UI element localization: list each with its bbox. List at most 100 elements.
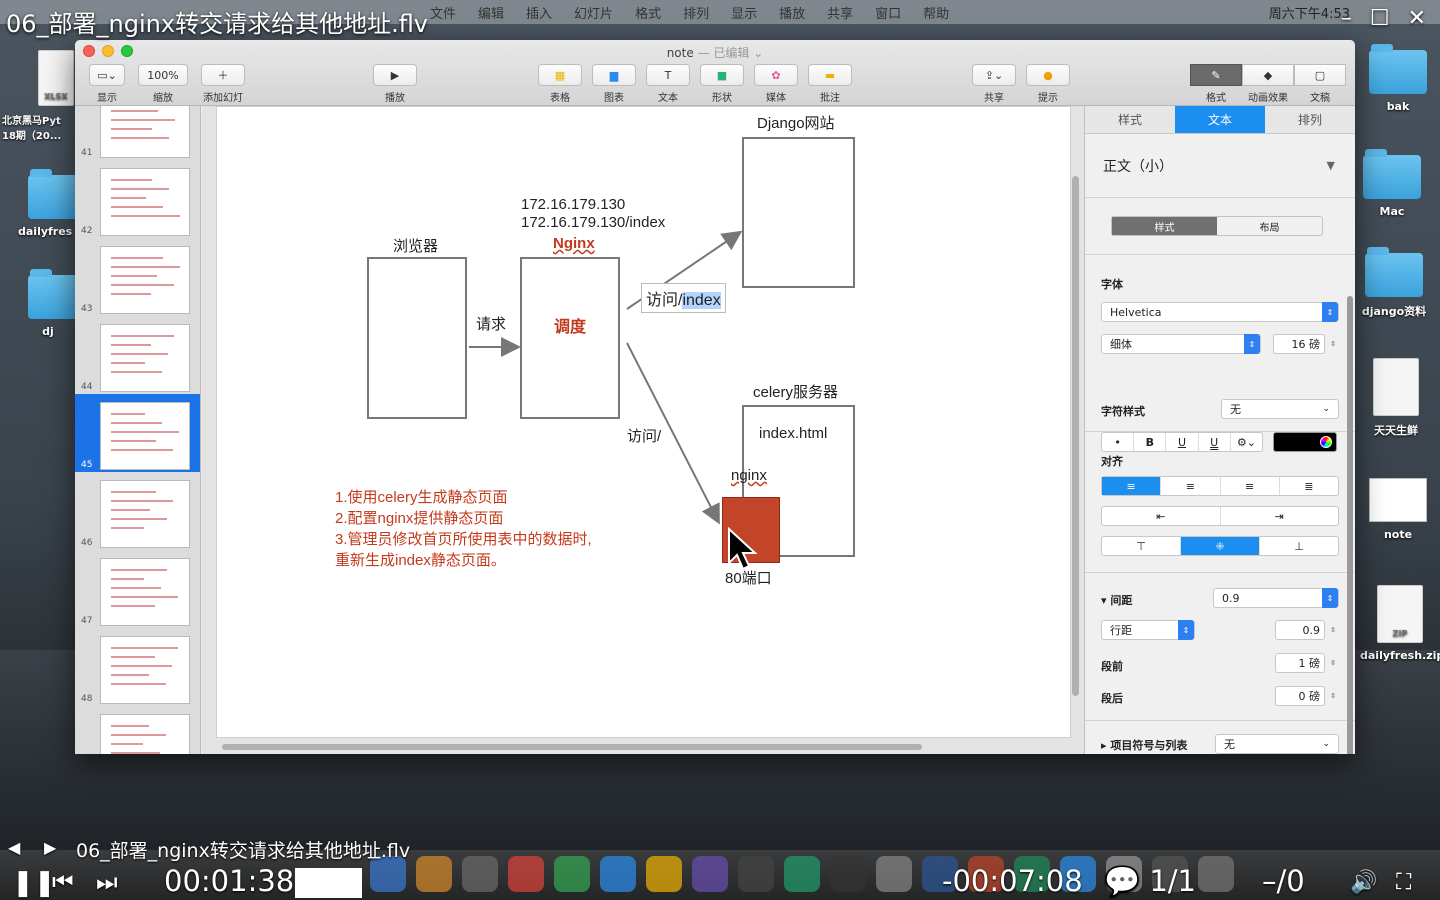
slide-thumbnail[interactable]: 48 bbox=[75, 628, 200, 706]
indent-icon[interactable]: ⇥ bbox=[1221, 507, 1339, 525]
menu-item-5[interactable]: 排列 bbox=[683, 3, 709, 22]
animate-button[interactable]: ◆ 动画效果 bbox=[1242, 64, 1294, 104]
menu-item-1[interactable]: 编辑 bbox=[478, 3, 504, 22]
menu-item-3[interactable]: 幻灯片 bbox=[574, 3, 613, 22]
color-wheel-icon[interactable] bbox=[1320, 436, 1332, 448]
align-left-icon[interactable]: ≡ bbox=[1102, 477, 1162, 495]
desktop-icon-zip[interactable]: ZIP dailyfresh.zip bbox=[1360, 585, 1440, 662]
double-underline-button[interactable]: U bbox=[1199, 433, 1231, 451]
zoom-menu[interactable]: 100% 缩放 bbox=[138, 64, 188, 104]
skip-forward-icon[interactable]: ⏭ bbox=[96, 868, 118, 896]
subtab-layout[interactable]: 布局 bbox=[1217, 217, 1322, 235]
desktop-icon-xlsx[interactable]: XLSX 北京黑马Pyt 18期（20... bbox=[2, 50, 76, 142]
volume-icon[interactable]: 🔊 bbox=[1350, 870, 1377, 895]
menu-item-4[interactable]: 格式 bbox=[635, 3, 661, 22]
django-box[interactable] bbox=[742, 137, 855, 288]
stepper-icon[interactable]: ⇳ bbox=[1328, 621, 1338, 639]
document-button[interactable]: ▢ 文稿 bbox=[1294, 64, 1346, 104]
menu-item-2[interactable]: 插入 bbox=[526, 3, 552, 22]
align-top-icon[interactable]: ⊤ bbox=[1102, 537, 1181, 555]
bullets-select[interactable]: 无 ⌄ bbox=[1215, 734, 1339, 754]
desktop-icon-tiantian[interactable]: 天天生鲜 bbox=[1356, 358, 1436, 438]
play-button[interactable]: ▶ 播放 bbox=[373, 64, 417, 104]
bold-button[interactable]: B bbox=[1134, 433, 1167, 451]
space-before-field[interactable]: 1 磅 ⇳ bbox=[1275, 653, 1336, 673]
pause-icon[interactable]: ❚❚ bbox=[12, 868, 56, 898]
table-button[interactable]: ▦ 表格 bbox=[538, 64, 582, 104]
menu-item-0[interactable]: 文件 bbox=[430, 3, 456, 22]
disclosure-open-icon[interactable]: ▾ bbox=[1101, 594, 1107, 607]
desktop-icon-django[interactable]: django资料 bbox=[1354, 247, 1434, 319]
stepper-icon[interactable]: ⇳ bbox=[1328, 335, 1338, 353]
visit-index-textbox[interactable]: 访问/index bbox=[641, 283, 726, 313]
tips-button[interactable]: ● 提示 bbox=[1026, 64, 1070, 104]
chart-button[interactable]: ▆ 图表 bbox=[592, 64, 636, 104]
char-style-select[interactable]: 无 ⌄ bbox=[1221, 399, 1339, 419]
previous-file-icon[interactable]: ◀ bbox=[8, 838, 20, 857]
align-justify-icon[interactable]: ≣ bbox=[1280, 477, 1338, 495]
font-weight-select[interactable]: 细体 ⇕ bbox=[1101, 334, 1261, 354]
desktop-icon-dailyfresh[interactable]: dailyfres bbox=[18, 169, 86, 238]
minimize-icon[interactable]: – bbox=[1341, 6, 1352, 31]
slide-thumbnail[interactable]: 47 bbox=[75, 550, 200, 628]
document-title[interactable]: note — 已编辑 ⌄ bbox=[75, 44, 1355, 61]
next-file-icon[interactable]: ▶ bbox=[44, 838, 56, 857]
view-button[interactable]: ▭⌄ 显示 bbox=[89, 64, 125, 104]
menu-item-6[interactable]: 显示 bbox=[731, 3, 757, 22]
space-after-field[interactable]: 0 磅 ⇳ bbox=[1275, 686, 1336, 706]
font-size-field[interactable]: 16 磅 ⇳ bbox=[1273, 334, 1336, 354]
align-center-icon[interactable]: ≡ bbox=[1161, 477, 1221, 495]
slide-thumbnail[interactable]: 44 bbox=[75, 316, 200, 394]
stepper-icon[interactable]: ⇳ bbox=[1328, 654, 1338, 672]
canvas-vertical-scrollbar[interactable] bbox=[1072, 176, 1079, 696]
tab-text[interactable]: 文本 bbox=[1175, 106, 1265, 133]
format-button[interactable]: ✎ 格式 bbox=[1190, 64, 1242, 104]
disclosure-closed-icon[interactable]: ▸ bbox=[1101, 739, 1107, 752]
current-slide[interactable]: 浏览器 请求 172.16.179.130 172.16.179.130/ind… bbox=[216, 106, 1071, 738]
list-dot-icon[interactable]: • bbox=[1102, 433, 1135, 451]
slide-thumbnail[interactable]: 42 bbox=[75, 160, 200, 238]
subtab-style[interactable]: 样式 bbox=[1112, 217, 1217, 235]
inspector-scrollbar[interactable] bbox=[1347, 296, 1353, 754]
canvas-horizontal-scrollbar[interactable] bbox=[222, 744, 922, 750]
tab-style[interactable]: 样式 bbox=[1085, 106, 1175, 133]
stepper-icon[interactable]: ⇳ bbox=[1328, 687, 1338, 705]
desktop-icon-dj[interactable]: dj bbox=[18, 269, 86, 338]
slide-thumbnail[interactable]: 43 bbox=[75, 238, 200, 316]
align-bottom-icon[interactable]: ⊥ bbox=[1260, 537, 1338, 555]
outdent-icon[interactable]: ⇤ bbox=[1102, 507, 1221, 525]
desktop-icon-note[interactable]: note bbox=[1358, 478, 1438, 541]
align-middle-icon[interactable]: ⁜ bbox=[1181, 537, 1260, 555]
steps-list[interactable]: 1.使用celery生成静态页面 2.配置nginx提供静态页面 3.管理员修改… bbox=[335, 487, 592, 571]
underline-button[interactable]: U bbox=[1166, 433, 1199, 451]
browser-box[interactable] bbox=[367, 257, 467, 419]
close-icon[interactable]: ✕ bbox=[1408, 6, 1426, 31]
font-family-select[interactable]: Helvetica ⇕ bbox=[1101, 302, 1339, 322]
menu-item-9[interactable]: 窗口 bbox=[875, 3, 901, 22]
text-button[interactable]: T 文本 bbox=[646, 64, 690, 104]
nginx-box[interactable] bbox=[520, 257, 620, 419]
shape-button[interactable]: ■ 形状 bbox=[700, 64, 744, 104]
menu-item-8[interactable]: 共享 bbox=[827, 3, 853, 22]
desktop-icon-bak[interactable]: bak bbox=[1358, 44, 1438, 113]
slide-thumbnail[interactable]: 45 bbox=[75, 394, 200, 472]
align-right-icon[interactable]: ≡ bbox=[1221, 477, 1280, 495]
share-button[interactable]: ⇪⌄ 共享 bbox=[972, 64, 1016, 104]
slide-thumbnail[interactable]: 49 bbox=[75, 706, 200, 754]
menu-item-10[interactable]: 帮助 bbox=[923, 3, 949, 22]
media-button[interactable]: ✿ 媒体 bbox=[754, 64, 798, 104]
maximize-icon[interactable]: ☐ bbox=[1370, 6, 1390, 31]
fullscreen-icon[interactable]: ⛶ bbox=[1396, 870, 1411, 895]
progress-bar[interactable] bbox=[295, 868, 362, 898]
slide-thumbnail[interactable]: 46 bbox=[75, 472, 200, 550]
tab-arrange[interactable]: 排列 bbox=[1265, 106, 1355, 133]
desktop-icon-mac[interactable]: Mac bbox=[1352, 149, 1432, 218]
chapter-indicator[interactable]: –/0 bbox=[1262, 864, 1305, 898]
subtitle-indicator[interactable]: 💬 1/1 bbox=[1104, 864, 1196, 899]
menu-item-7[interactable]: 播放 bbox=[779, 3, 805, 22]
line-spacing-select[interactable]: 行距 ⇕ bbox=[1101, 620, 1195, 640]
line-spacing-field[interactable]: 0.9 ⇳ bbox=[1275, 620, 1336, 640]
text-color-well[interactable] bbox=[1273, 432, 1337, 452]
skip-back-icon[interactable]: ⏮ bbox=[52, 868, 74, 896]
spacing-select[interactable]: 0.9 ⇕ bbox=[1213, 588, 1339, 608]
